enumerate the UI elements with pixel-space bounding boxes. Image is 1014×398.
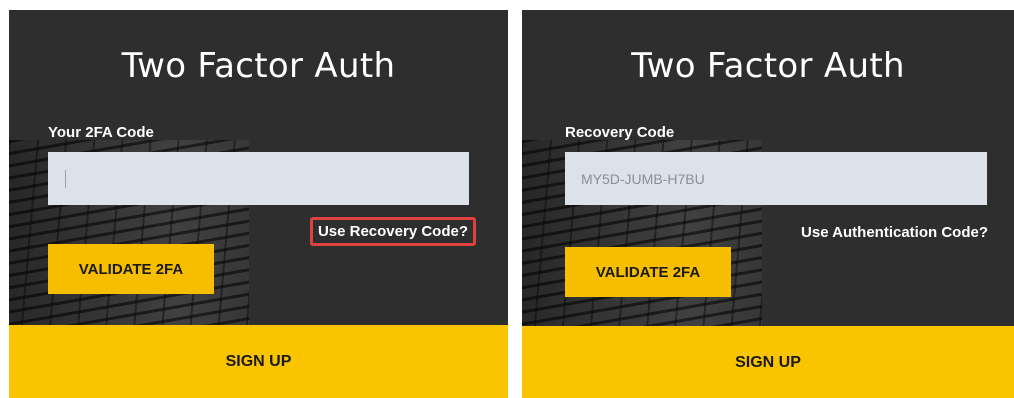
use-authentication-code-link[interactable]: Use Authentication Code? — [801, 224, 988, 241]
2fa-code-input[interactable] — [48, 152, 469, 205]
field-label: Your 2FA Code — [48, 124, 154, 141]
two-factor-panel-recovery: Two Factor Auth Recovery Code Use Authen… — [522, 10, 1014, 398]
sign-up-button[interactable]: SIGN UP — [9, 325, 508, 398]
page-title: Two Factor Auth — [631, 46, 905, 86]
use-recovery-code-link[interactable]: Use Recovery Code? — [309, 217, 476, 246]
sign-up-button[interactable]: SIGN UP — [522, 326, 1014, 398]
validate-2fa-button[interactable]: VALIDATE 2FA — [565, 247, 731, 297]
validate-2fa-button[interactable]: VALIDATE 2FA — [48, 244, 214, 294]
recovery-code-input[interactable] — [565, 152, 987, 205]
text-caret — [65, 170, 66, 188]
field-label: Recovery Code — [565, 124, 675, 141]
two-factor-panel-2fa: Two Factor Auth Your 2FA Code Use Recove… — [9, 10, 508, 398]
page-title: Two Factor Auth — [121, 46, 396, 86]
